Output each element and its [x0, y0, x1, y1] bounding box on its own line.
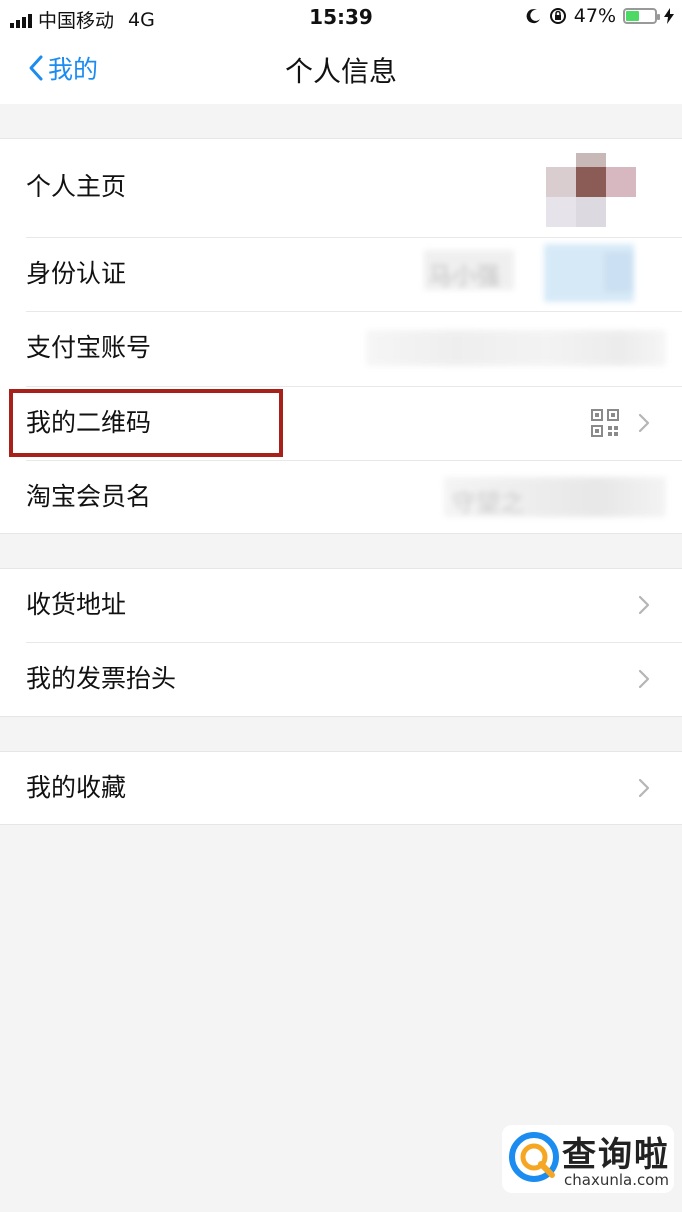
identity-name: 马小强: [428, 262, 500, 290]
blurred-identity-info: 马小强: [424, 238, 664, 304]
row-shipping-address[interactable]: 收货地址: [0, 569, 682, 643]
moon-icon: [526, 9, 540, 24]
status-right: 47%: [526, 5, 674, 27]
battery-fill: [626, 11, 640, 21]
row-label: 支付宝账号: [26, 333, 152, 362]
chevron-right-icon: [638, 778, 650, 798]
chevron-right-icon: [638, 595, 650, 615]
page-title: 个人信息: [284, 55, 397, 88]
search-logo-icon: [509, 1132, 559, 1182]
blurred-account-number: [366, 330, 666, 366]
settings-group-shipping: 收货地址 我的发票抬头: [0, 568, 682, 717]
blurred-member-name: 守望之: [444, 477, 666, 517]
rotation-lock-icon: [549, 8, 566, 24]
settings-group-profile: 个人主页 身份认证 马小强 支付宝账号 我的二维码 淘宝会员名 守望之: [0, 138, 682, 534]
charging-icon: [664, 8, 674, 24]
watermark-url: chaxunla.com: [564, 1171, 669, 1189]
row-label: 淘宝会员名: [26, 482, 152, 511]
nav-bar: 我的 个人信息: [0, 36, 682, 104]
row-label: 收货地址: [26, 590, 127, 619]
chevron-right-icon: [638, 669, 650, 689]
settings-group-favorites: 我的收藏: [0, 751, 682, 825]
row-taobao-member-name[interactable]: 淘宝会员名 守望之: [0, 461, 682, 533]
avatar: [546, 153, 636, 243]
watermark: 查询啦 chaxunla.com: [502, 1125, 674, 1193]
watermark-name: 查询啦: [562, 1135, 670, 1175]
battery-percent: 47%: [573, 5, 616, 27]
member-name: 守望之: [452, 489, 524, 517]
row-invoice-title[interactable]: 我的发票抬头: [0, 643, 682, 716]
status-bar: 中国移动 4G 15:39 47%: [0, 0, 682, 36]
battery-icon: [623, 8, 660, 24]
row-label: 我的发票抬头: [26, 664, 177, 693]
row-label: 我的收藏: [26, 773, 127, 802]
row-label: 身份认证: [26, 259, 127, 288]
row-label: 个人主页: [26, 172, 127, 201]
row-homepage[interactable]: 个人主页: [0, 139, 682, 238]
row-identity-verification[interactable]: 身份认证 马小强: [0, 238, 682, 312]
row-alipay-account[interactable]: 支付宝账号: [0, 312, 682, 387]
qrcode-icon: [591, 409, 619, 437]
row-my-favorites[interactable]: 我的收藏: [0, 752, 682, 824]
highlight-box: [9, 389, 283, 457]
chevron-right-icon: [638, 413, 650, 433]
